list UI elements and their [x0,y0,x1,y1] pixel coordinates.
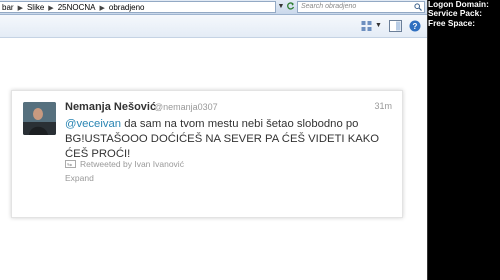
breadcrumb-item-slike[interactable]: Slike [27,3,44,12]
view-options-icon[interactable] [361,20,373,32]
search-icon[interactable] [414,3,422,11]
explorer-window: bar ▶ Slike ▶ 25NOCNA ▶ obradjeno ▼ Search obr… [0,0,427,280]
tweet-mention-link[interactable]: @veceivan [65,118,121,130]
breadcrumb-item-bar[interactable]: bar [2,3,14,12]
breadcrumb-item-25nocna[interactable]: 25NOCNA [58,3,96,12]
chevron-right-icon[interactable]: ▶ [48,5,53,12]
address-bar: bar ▶ Slike ▶ 25NOCNA ▶ obradjeno ▼ Search obr… [0,0,427,15]
view-dropdown-icon[interactable]: ▼ [375,20,382,32]
expand-link[interactable]: Expand [65,173,94,183]
breadcrumb[interactable]: bar ▶ Slike ▶ 25NOCNA ▶ obradjeno [0,1,276,13]
tweet-timestamp[interactable]: 31m [374,101,392,111]
tweet-author-name[interactable]: Nemanja Nešović [65,101,156,113]
breadcrumb-item-obradjeno[interactable]: obradjeno [109,3,145,12]
tweet-author-handle[interactable]: @nemanja0307 [154,102,218,112]
refresh-icon[interactable] [286,1,295,13]
search-placeholder: Search obradjeno [301,3,357,10]
retweet-icon [65,160,76,168]
system-info-overlay: Logon Domain: Service Pack: Free Space: [428,0,500,28]
free-space-label: Free Space: [428,17,476,28]
avatar[interactable] [23,102,56,135]
retweet-info: Retweeted by Ivan Ivanović [65,159,184,169]
tweet-card[interactable]: Nemanja Nešović @nemanja0307 31m @veceiv… [11,90,403,218]
search-input[interactable]: Search obradjeno [297,1,425,13]
toolbar: ▼ ? [0,15,427,38]
preview-pane-icon[interactable] [389,20,402,32]
address-dropdown-icon[interactable]: ▼ [277,1,285,13]
svg-text:?: ? [413,22,418,31]
retweeted-by-label[interactable]: Retweeted by Ivan Ivanović [80,159,184,169]
chevron-right-icon[interactable]: ▶ [99,5,104,12]
tweet-text: @veceivan da sam na tvom mestu nebi šeta… [65,117,395,162]
chevron-right-icon[interactable]: ▶ [18,5,23,12]
avatar-photo [23,102,56,135]
window-edge [427,0,428,280]
help-icon[interactable]: ? [409,20,421,32]
